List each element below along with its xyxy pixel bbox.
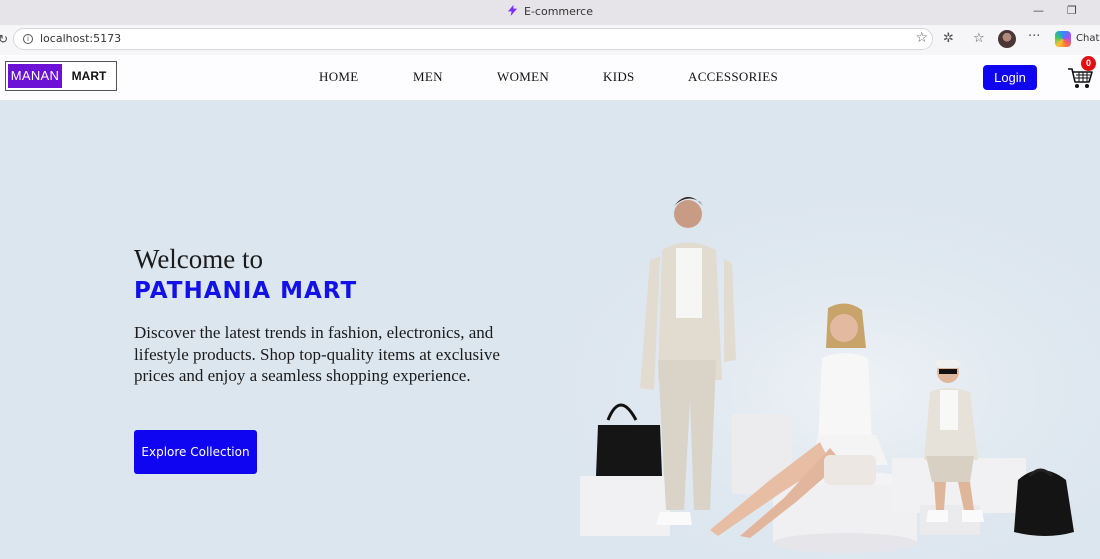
profile-avatar[interactable] — [998, 30, 1016, 48]
nav-link-kids[interactable]: KIDS — [603, 69, 635, 85]
site-navbar: MANAN MART HOME MEN WOMEN KIDS ACCESSORI… — [0, 55, 1100, 100]
reload-icon[interactable]: ↻ — [0, 32, 8, 46]
info-icon[interactable]: i — [23, 34, 33, 44]
browser-titlebar: E-commerce — ❐ — [0, 0, 1100, 25]
hero-description: Discover the latest trends in fashion, e… — [134, 323, 500, 385]
copilot-icon[interactable] — [1055, 31, 1071, 47]
restore-icon[interactable]: ❐ — [1067, 4, 1077, 17]
nav-links: HOME MEN WOMEN KIDS ACCESSORIES — [0, 69, 1100, 89]
chat-label[interactable]: Chat — [1076, 33, 1099, 44]
nav-link-home[interactable]: HOME — [319, 69, 358, 85]
nav-link-accessories[interactable]: ACCESSORIES — [688, 69, 778, 85]
hero-section: Welcome to PATHANIA MART Discover the la… — [0, 100, 1100, 559]
minimize-icon[interactable]: — — [1033, 4, 1044, 17]
browser-toolbar: ↻ i localhost:5173 ☆ ✲ ☆ ··· Chat — [0, 25, 1100, 55]
more-icon[interactable]: ··· — [1028, 29, 1040, 44]
favorites-icon[interactable]: ☆ — [973, 31, 985, 46]
cart-count-badge: 0 — [1081, 56, 1096, 71]
hero-family-photo — [500, 180, 1100, 559]
star-icon[interactable]: ☆ — [915, 30, 928, 46]
login-button[interactable]: Login — [983, 65, 1037, 90]
explore-collection-button[interactable]: Explore Collection — [134, 430, 257, 474]
bolt-favicon — [507, 5, 518, 16]
tab-title-label: E-commerce — [524, 5, 593, 18]
url-text[interactable]: localhost:5173 — [40, 32, 121, 45]
hero-title-welcome: Welcome to — [134, 244, 264, 274]
nav-link-women[interactable]: WOMEN — [497, 69, 549, 85]
nav-link-men[interactable]: MEN — [413, 69, 443, 85]
tab-title[interactable]: E-commerce — [0, 5, 1100, 18]
extensions-icon[interactable]: ✲ — [943, 31, 954, 46]
address-bar[interactable]: i localhost:5173 ☆ — [13, 28, 933, 50]
hero-title-brand: PATHANIA MART — [134, 278, 358, 304]
